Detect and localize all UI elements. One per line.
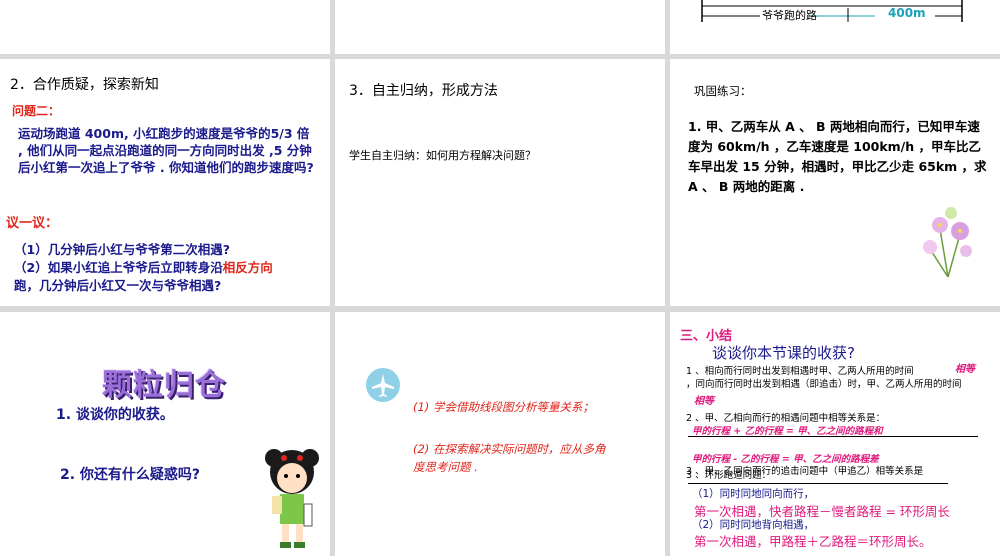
girl-cartoon — [265, 449, 319, 548]
question-2-cont: 跑，几分钟后小红又一次与爷爷相遇? — [14, 278, 222, 293]
slide-5: 3．自主归纳，形成方法 学生自主归纳：如何用方程解决问题？ — [335, 59, 665, 306]
summary-point-1: (1) 学会借助线段图分析等量关系； — [413, 400, 594, 414]
opposite-direction-highlight: 相反方向 — [222, 260, 273, 275]
slide-body: 学生自主归纳：如何用方程解决问题？ — [349, 149, 536, 162]
line-5: 3 、环形跑道问题： — [686, 470, 772, 481]
item-1: 1. 谈谈你的收获。 — [56, 407, 174, 423]
flower-image — [923, 207, 972, 278]
handwritten-relation-sum: 甲的行程 + 乙的行程 = 甲、乙之间的路程和 — [692, 426, 883, 437]
distance-label: 400m — [888, 6, 926, 20]
question-label: 问题二： — [12, 104, 61, 118]
handwritten-equal-1: 相等 — [955, 364, 975, 375]
slide-heading: 2．合作质疑，探索新知 — [10, 77, 159, 93]
slide-7: 颗粒归仓 1. 谈谈你的收获。 2. 你还有什么疑惑吗? — [0, 312, 330, 556]
slide-8: (1) 学会借助线段图分析等量关系； (2) 在探索解决实际问题时，应从多角度思… — [335, 312, 665, 556]
slide-4: 2．合作质疑，探索新知 问题二： 运动场跑道 400m, 小红跑步的速度是爷爷的… — [0, 59, 330, 306]
slide-6: 巩固练习： 1. 甲、乙两车从 A 、 B 两地相向而行，已知甲车速度为 60k… — [670, 59, 1000, 306]
slide-heading: 3．自主归纳，形成方法 — [349, 83, 498, 99]
item-2: 2. 你还有什么疑惑吗? — [60, 467, 201, 483]
problem-text: 运动场跑道 400m, 小红跑步的速度是爷爷的5/3 倍 , 他们从同一起点沿跑… — [18, 126, 314, 175]
grandpa-path-label: 爷爷跑的路 — [762, 9, 817, 22]
line-9: 第一次相遇，甲路程＋乙路程＝环形周长。 — [694, 534, 932, 549]
line-2: ，同向而行同时出发到相遇（即追击）时，甲、乙两人所用的时间 — [686, 379, 962, 390]
slide-2 — [335, 0, 665, 54]
slide-9: 三、小结 谈谈你本节课的收获? 1 、相向而行同时出发到相遇时甲、乙两人所用的时… — [670, 312, 1000, 556]
line-8: （2）同时同地背向相遇， — [692, 519, 815, 531]
slide-1 — [0, 0, 330, 54]
line-1: 1 、相向而行同时出发到相遇时甲、乙两人所用的时间 — [686, 366, 914, 377]
slide-subtitle: 谈谈你本节课的收获? — [712, 344, 855, 362]
question-2-part1: （2）如果小红追上爷爷后立即转身沿 — [14, 260, 223, 275]
slide-3: 爷爷跑的路 400m — [670, 0, 1000, 54]
handwritten-equal-2: 相等 — [694, 396, 714, 407]
summary-point-2: (2) 在探索解决实际问题时，应从多角度思考问题 . — [413, 442, 606, 474]
exercise-text: 1. 甲、乙两车从 A 、 B 两地相向而行，已知甲车速度为 60km/h ，乙… — [688, 119, 987, 194]
discuss-label: 议一议： — [6, 216, 59, 231]
question-2: （2）如果小红追上爷爷后立即转身沿相反方向 — [14, 257, 273, 276]
divider-1 — [688, 436, 978, 437]
track-diagram — [701, 0, 963, 22]
airplane-icon — [366, 368, 400, 402]
divider-2 — [688, 483, 948, 484]
slide-heading: 巩固练习： — [694, 84, 752, 98]
line-3: 2 、甲、乙相向而行的相遇问题中相等关系是： — [686, 413, 886, 424]
question-1: （1）几分钟后小红与爷爷第二次相遇? — [14, 242, 230, 257]
title-art: 颗粒归仓 — [102, 368, 226, 403]
line-6: （1）同时同地同向而行， — [692, 488, 815, 500]
